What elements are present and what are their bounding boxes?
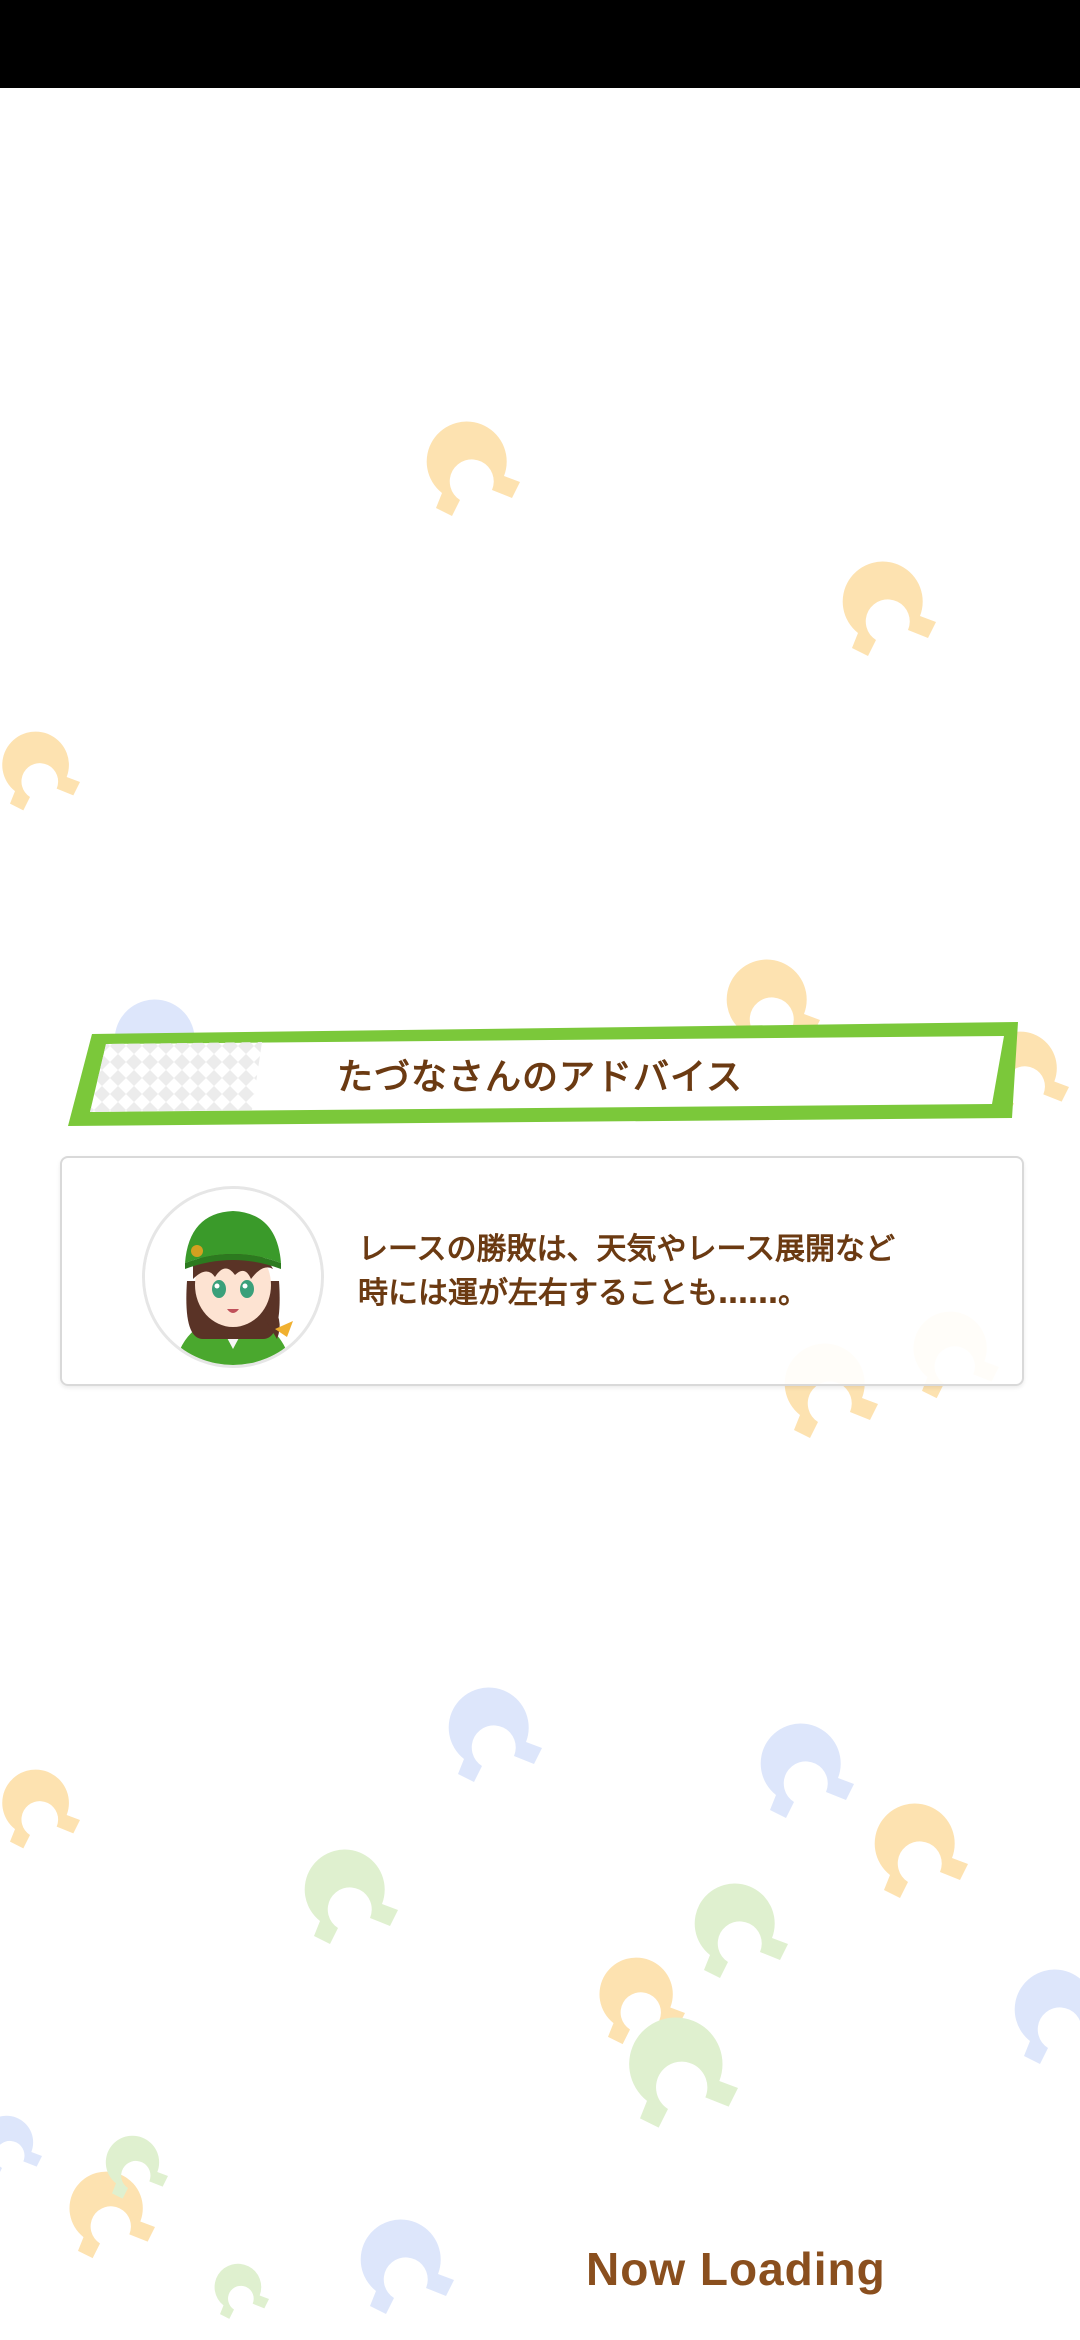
- loading-indicator: Now Loading: [586, 2243, 886, 2295]
- horseshoe-icon: [346, 2196, 466, 2316]
- horseshoe-icon: [0, 1750, 90, 1850]
- horseshoe-icon: [828, 538, 948, 658]
- horseshoe-icon: [96, 2120, 176, 2200]
- advice-card: レースの勝敗は、天気やレース展開など 時には運が左右することも……。: [60, 1156, 1024, 1386]
- horseshoe-icon: [0, 2100, 50, 2180]
- horseshoe-icon: [0, 712, 90, 812]
- advice-message: レースの勝敗は、天気やレース展開など 時には運が左右することも……。: [358, 1228, 978, 1316]
- advice-line-1: レースの勝敗は、天気やレース展開など: [358, 1232, 895, 1267]
- horseshoe-icon: [434, 1664, 554, 1784]
- advice-title: たづなさんのアドバイス: [337, 1057, 743, 1098]
- horseshoe-icon: [612, 1990, 752, 2130]
- horseshoe-icon: [206, 2250, 276, 2320]
- horseshoe-icon: [290, 1826, 410, 1946]
- advice-title-banner: たづなさんのアドバイス: [62, 1022, 1018, 1132]
- character-avatar-icon: [142, 1186, 324, 1368]
- horseshoe-icon: [860, 1780, 980, 1900]
- advice-line-2: 時には運が左右することも……。: [358, 1276, 808, 1311]
- horseshoe-icon: [680, 1860, 800, 1980]
- horseshoe-icon: [746, 1700, 866, 1820]
- horseshoe-icon: [1000, 1946, 1080, 2066]
- horseshoe-icon: [412, 398, 532, 518]
